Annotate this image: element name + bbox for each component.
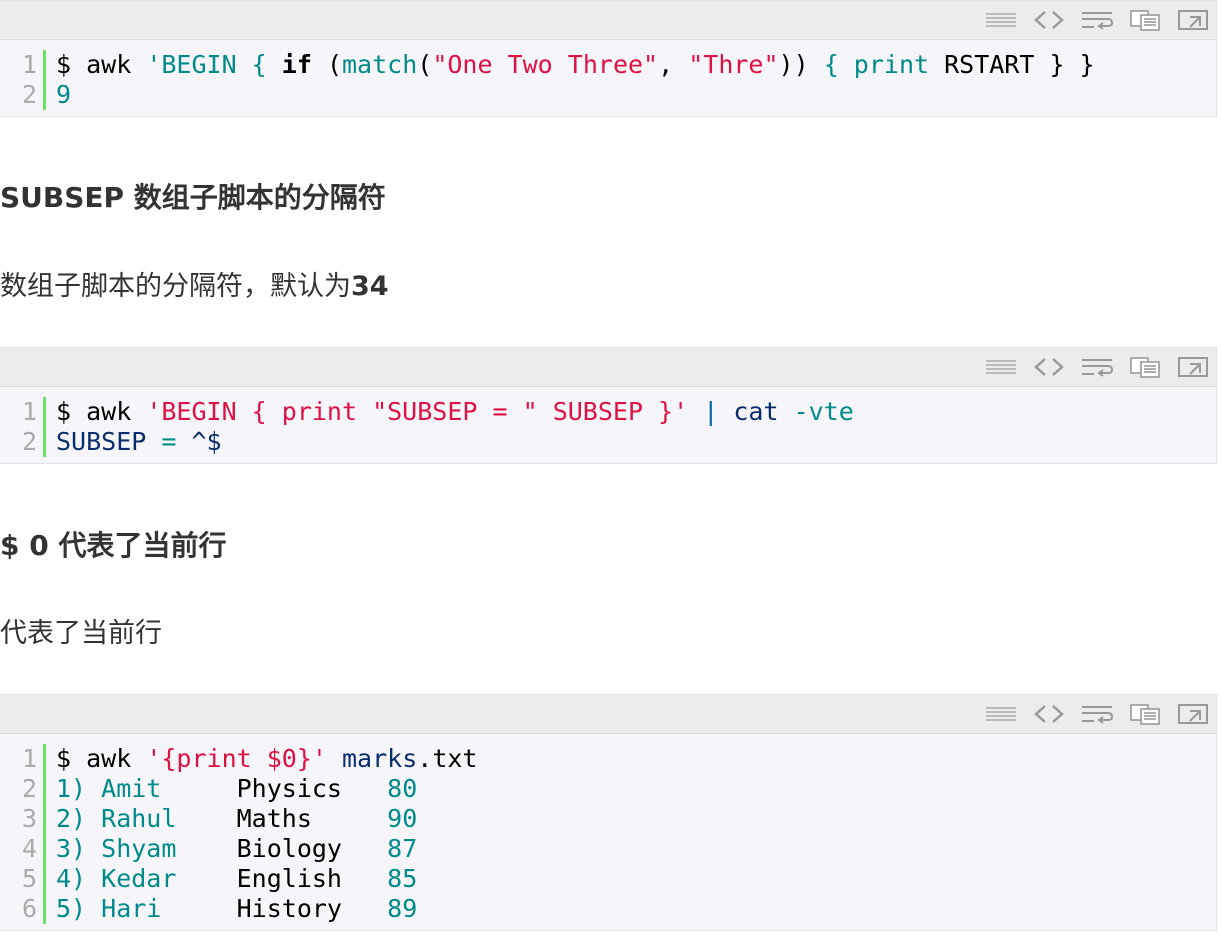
code-text: 4) Kedar English 85 bbox=[56, 864, 418, 893]
code-lines: 1 $ awk 'BEGIN { print "SUBSEP = " SUBSEP… bbox=[0, 387, 1216, 463]
view-source-icon[interactable] bbox=[1032, 9, 1066, 31]
code-text: 5) Hari History 89 bbox=[56, 894, 418, 923]
view-plain-icon[interactable] bbox=[984, 356, 1018, 378]
line-number: 3 bbox=[0, 804, 46, 834]
wrap-icon[interactable] bbox=[1080, 9, 1114, 31]
code-line: 3 2) Rahul Maths 90 bbox=[0, 804, 1216, 834]
code-block: 1 $ awk '{print $0}' marks.txt 2 1) Amit Ph… bbox=[0, 694, 1217, 931]
copy-icon[interactable] bbox=[1128, 703, 1162, 725]
line-number: 1 bbox=[0, 50, 46, 80]
code-toolbar bbox=[0, 1, 1216, 40]
line-number: 4 bbox=[0, 834, 46, 864]
line-number: 1 bbox=[0, 744, 46, 774]
view-source-icon[interactable] bbox=[1032, 356, 1066, 378]
popup-icon[interactable] bbox=[1176, 356, 1210, 378]
code-text: $ awk '{print $0}' marks.txt bbox=[56, 744, 478, 773]
code-line: 1 $ awk 'BEGIN { print "SUBSEP = " SUBSEP… bbox=[0, 397, 1216, 427]
copy-icon[interactable] bbox=[1128, 9, 1162, 31]
code-line: 29 bbox=[0, 80, 1216, 110]
code-text: 9 bbox=[56, 80, 72, 109]
code-text: SUBSEP = ^$ bbox=[56, 427, 222, 456]
line-number: 1 bbox=[0, 397, 46, 427]
code-line: 1 $ awk 'BEGIN { if (match("One Two Three… bbox=[0, 50, 1216, 80]
code-lines: 1 $ awk 'BEGIN { if (match("One Two Three… bbox=[0, 40, 1216, 116]
section-text: 数组子脚本的分隔符，默认为34 bbox=[0, 271, 389, 302]
code-line: 1 $ awk '{print $0}' marks.txt bbox=[0, 744, 1216, 774]
wrap-icon[interactable] bbox=[1080, 703, 1114, 725]
code-lines: 1 $ awk '{print $0}' marks.txt 2 1) Amit Ph… bbox=[0, 734, 1216, 930]
section-heading: $ 0 代表了当前行 bbox=[0, 529, 227, 562]
wrap-icon[interactable] bbox=[1080, 356, 1114, 378]
line-number: 2 bbox=[0, 774, 46, 804]
code-block: 1 $ awk 'BEGIN { if (match("One Two Three… bbox=[0, 0, 1217, 117]
code-text: 1) Amit Physics 80 bbox=[56, 774, 418, 803]
line-number: 6 bbox=[0, 894, 46, 924]
code-line: 2 1) Amit Physics 80 bbox=[0, 774, 1216, 804]
popup-icon[interactable] bbox=[1176, 703, 1210, 725]
copy-icon[interactable] bbox=[1128, 356, 1162, 378]
view-plain-icon[interactable] bbox=[984, 9, 1018, 31]
view-source-icon[interactable] bbox=[1032, 703, 1066, 725]
code-line: 5 4) Kedar English 85 bbox=[0, 864, 1216, 894]
code-toolbar bbox=[0, 695, 1216, 734]
view-plain-icon[interactable] bbox=[984, 703, 1018, 725]
code-toolbar bbox=[0, 348, 1216, 387]
code-text: 3) Shyam Biology 87 bbox=[56, 834, 418, 863]
code-line: 4 3) Shyam Biology 87 bbox=[0, 834, 1216, 864]
line-number: 2 bbox=[0, 80, 46, 110]
code-line: 2 SUBSEP = ^$ bbox=[0, 427, 1216, 457]
line-number: 5 bbox=[0, 864, 46, 894]
code-text: $ awk 'BEGIN { print "SUBSEP = " SUBSEP … bbox=[56, 397, 854, 426]
code-block: 1 $ awk 'BEGIN { print "SUBSEP = " SUBSEP… bbox=[0, 347, 1217, 464]
section-text: 代表了当前行 bbox=[0, 618, 162, 649]
section-heading: SUBSEP 数组子脚本的分隔符 bbox=[0, 181, 386, 214]
popup-icon[interactable] bbox=[1176, 9, 1210, 31]
line-number: 2 bbox=[0, 427, 46, 457]
code-line: 6 5) Hari History 89 bbox=[0, 894, 1216, 924]
code-text: 2) Rahul Maths 90 bbox=[56, 804, 418, 833]
code-text: $ awk 'BEGIN { if (match("One Two Three"… bbox=[56, 50, 1095, 79]
